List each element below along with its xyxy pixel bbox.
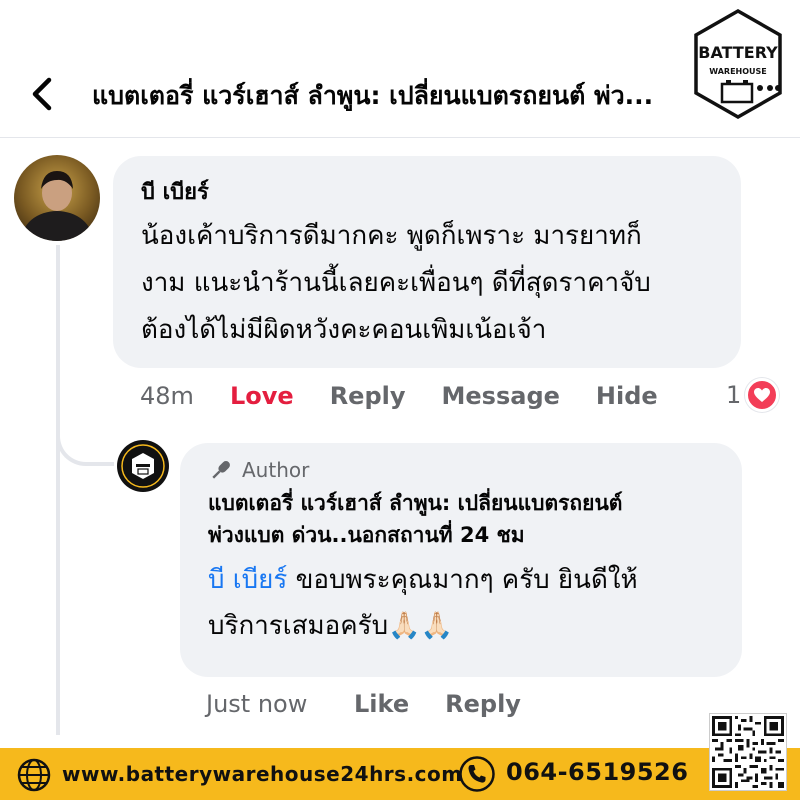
like-button[interactable]: Like [354, 690, 409, 718]
page-title: แบตเตอรี่ แวร์เฮาส์ ลำพูน: เปลี่ยนแบตรถย… [92, 81, 654, 110]
page-logo-icon [118, 441, 168, 491]
globe-icon [17, 758, 51, 792]
message-button[interactable]: Message [442, 382, 560, 410]
reply-reply-button[interactable]: Reply [445, 690, 521, 718]
header-bar: แบตเตอรี่ แวร์เฮาส์ ลำพูน: เปลี่ยนแบตรถย… [0, 0, 800, 138]
love-reaction-button[interactable]: Love [230, 382, 294, 410]
reply-author-line-2: พ่วงแบต ด่วน..นอกสถานที่ 24 ชม [208, 523, 525, 547]
website-url[interactable]: www.batterywarehouse24hrs.com [62, 762, 463, 786]
reply-actions: Just now Like Reply [206, 686, 557, 722]
hide-button[interactable]: Hide [596, 382, 658, 410]
logo-text-bottom: WAREHOUSE [709, 67, 767, 76]
chevron-left-icon [32, 77, 52, 111]
reply-line-2: บริการเสมอครับ [208, 611, 389, 641]
reply-author-line-1: แบตเตอรี่ แวร์เฮาส์ ลำพูน: เปลี่ยนแบตรถย… [208, 491, 623, 515]
comment-line-3: ต้องได้ไม่มีผิดหวังคะคอนเพิมเน้อเจ้า [141, 315, 547, 345]
page-avatar[interactable] [117, 440, 169, 492]
thread-connector [56, 420, 114, 466]
back-button[interactable] [22, 72, 62, 116]
comment-line-1: น้องเค้าบริการดีมากคะ พูดก็เพราะ มารยาทก… [141, 221, 642, 251]
author-badge-label: Author [242, 458, 310, 482]
author-badge: Author [208, 457, 714, 483]
qr-code[interactable] [710, 714, 786, 790]
reply-text: บี เบียร์ ขอบพระคุณมากๆ ครับ ยินดีให้ บร… [208, 557, 714, 649]
reaction-summary[interactable]: 1 [726, 378, 780, 412]
heart-icon [745, 378, 780, 412]
thread-line [56, 245, 60, 735]
comment-actions: 48m Love Reply Message Hide [140, 378, 694, 414]
reply-button[interactable]: Reply [330, 382, 406, 410]
profile-photo [14, 155, 100, 241]
phone-icon [459, 756, 495, 792]
logo-text-top: BATTERY [698, 43, 778, 62]
reply-timestamp: Just now [206, 690, 308, 718]
reaction-count: 1 [726, 381, 742, 409]
praying-hands-emoji: 🙏🏻🙏🏻 [388, 611, 453, 641]
phone-number[interactable]: 064-6519526 [506, 758, 688, 786]
reply-bubble: Author แบตเตอรี่ แวร์เฮาส์ ลำพูน: เปลี่ย… [180, 443, 742, 677]
microphone-icon [212, 461, 230, 479]
comment-line-2: งาม แนะนำร้านนี้เลยคะเพื่อนๆ ดีที่สุดราค… [141, 268, 651, 298]
battery-warehouse-logo: BATTERY WAREHOUSE [694, 8, 782, 120]
mention-link[interactable]: บี เบียร์ [208, 565, 287, 595]
reply-line-1: ขอบพระคุณมากๆ ครับ ยินดีให้ [287, 565, 638, 595]
comment-bubble: บี เบียร์ น้องเค้าบริการดีมากคะ พูดก็เพร… [113, 156, 741, 368]
comment-author[interactable]: บี เบียร์ [141, 174, 713, 209]
reply-author[interactable]: แบตเตอรี่ แวร์เฮาส์ ลำพูน: เปลี่ยนแบตรถย… [208, 487, 714, 551]
comment-timestamp: 48m [140, 382, 194, 410]
comment-text: น้องเค้าบริการดีมากคะ พูดก็เพราะ มารยาทก… [141, 213, 713, 354]
footer-banner: www.batterywarehouse24hrs.com 064-651952… [0, 748, 800, 800]
commenter-avatar[interactable] [14, 155, 100, 241]
